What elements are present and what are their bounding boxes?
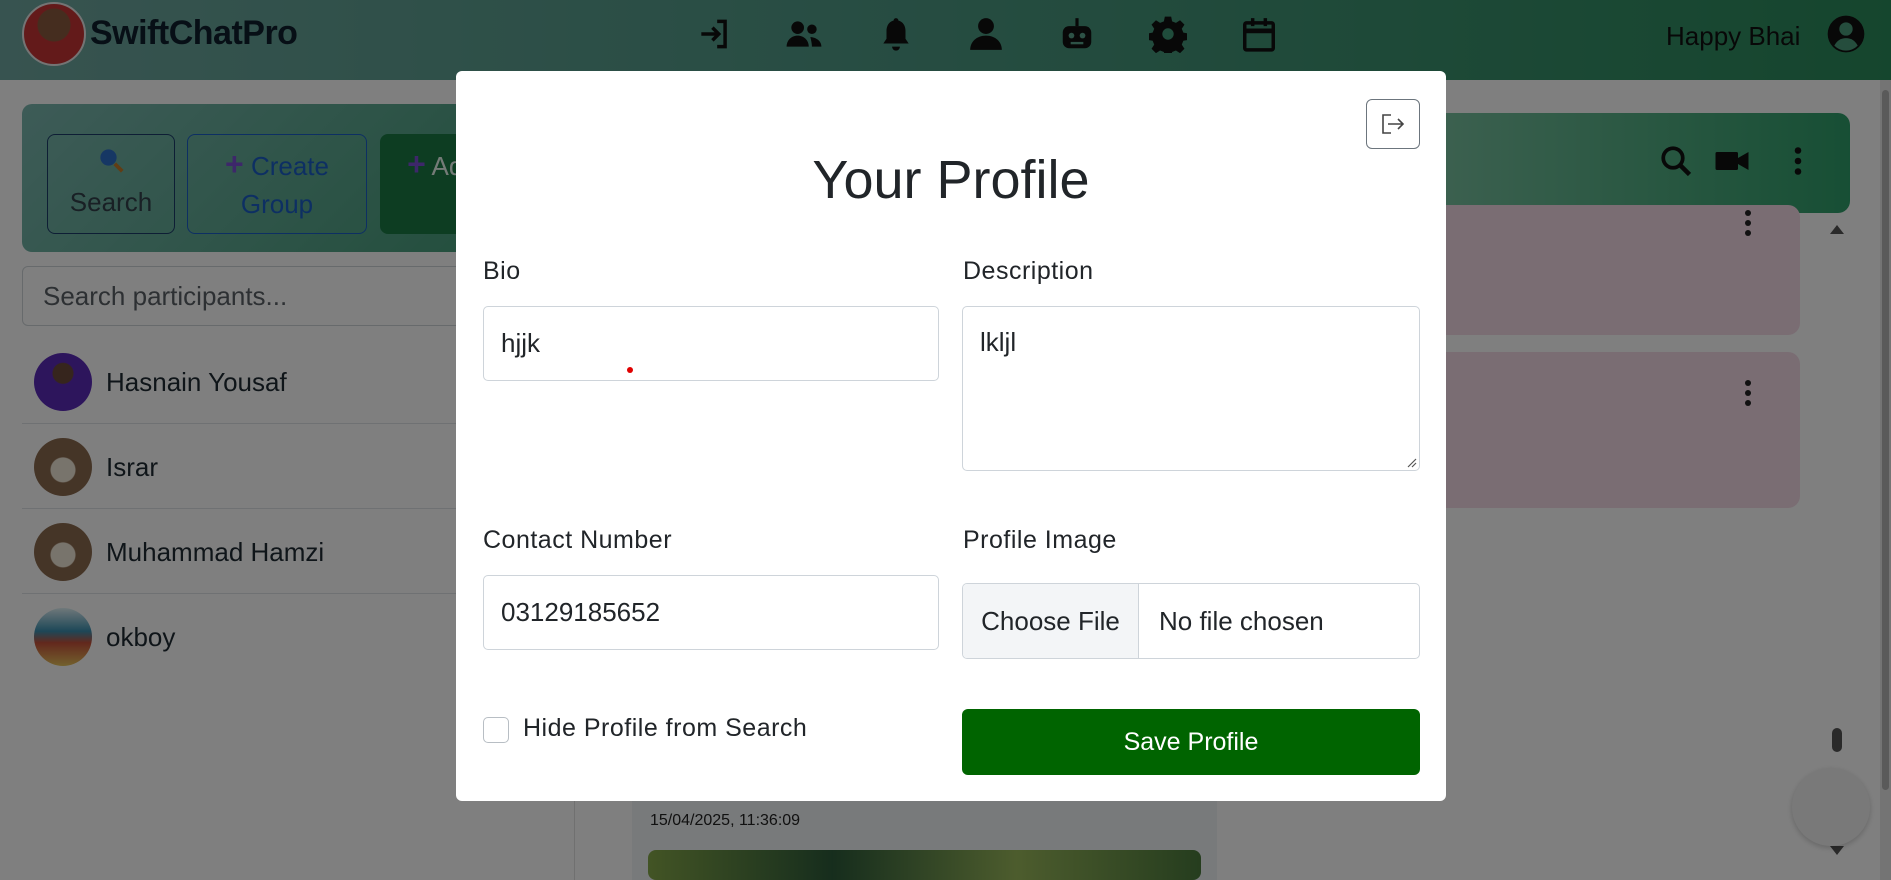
description-value: lkljl	[980, 327, 1017, 357]
close-button[interactable]	[1366, 99, 1420, 149]
modal-title: Your Profile	[812, 150, 1090, 210]
profile-image-label: Profile Image	[963, 526, 1117, 554]
hide-profile-checkbox[interactable]	[483, 717, 509, 743]
profile-modal: Your Profile Bio hjjk Description lkljl …	[456, 71, 1446, 801]
choose-file-button[interactable]: Choose File	[963, 584, 1139, 658]
description-textarea[interactable]: lkljl	[962, 306, 1420, 471]
bio-input[interactable]: hjjk	[483, 306, 939, 381]
resize-handle-icon[interactable]	[1405, 456, 1417, 468]
description-label: Description	[963, 257, 1094, 285]
profile-image-input[interactable]: Choose File No file chosen	[962, 583, 1420, 659]
bio-label: Bio	[483, 257, 521, 285]
sign-out-icon	[1382, 114, 1405, 134]
contact-number-input[interactable]: 03129185652	[483, 575, 939, 650]
cursor-dot	[627, 367, 633, 373]
save-profile-button[interactable]: Save Profile	[962, 709, 1420, 775]
contact-label: Contact Number	[483, 526, 673, 554]
hide-profile-label[interactable]: Hide Profile from Search	[523, 714, 807, 743]
file-status: No file chosen	[1159, 606, 1324, 636]
